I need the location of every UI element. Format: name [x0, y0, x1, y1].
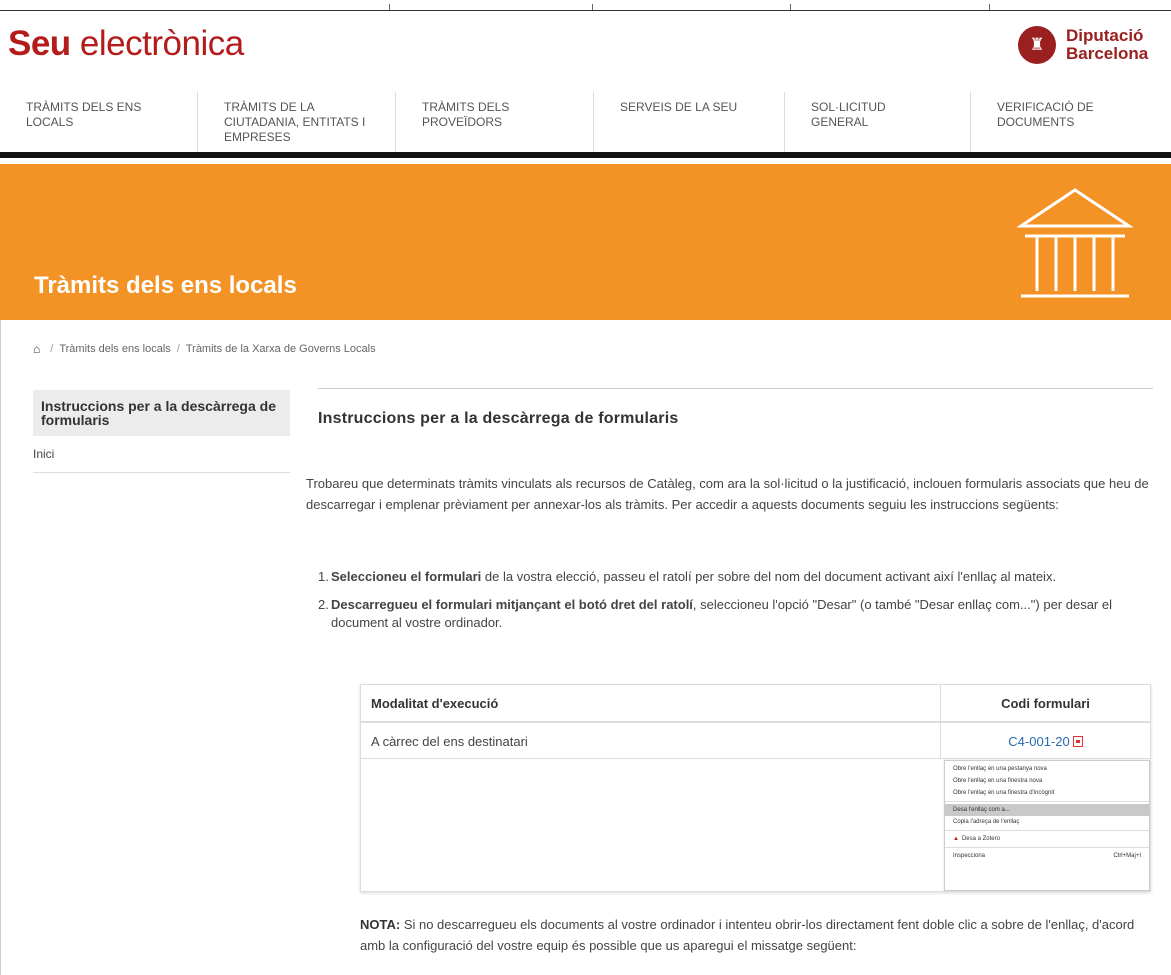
- top-rule: [0, 10, 1171, 11]
- zotero-icon: ▲: [953, 836, 959, 842]
- menu-item-label: Obre l'enllaç en una finestra nova: [953, 778, 1043, 784]
- nav-item-serveis[interactable]: SERVEIS DE LA SEU: [594, 92, 785, 152]
- main-nav: TRÀMITS DELS ENS LOCALS TRÀMITS DE LA CI…: [0, 92, 1171, 158]
- org-logo[interactable]: ♜ Diputació Barcelona: [1018, 26, 1148, 64]
- home-icon[interactable]: ⌂: [33, 342, 40, 356]
- context-menu-item[interactable]: Obre l'enllaç en una finestra nova: [945, 775, 1149, 787]
- logo-rest: electrònica: [70, 24, 244, 63]
- note-text: Si no descarregueu els documents al vost…: [360, 917, 1135, 953]
- context-menu-item[interactable]: Obre l'enllaç en una finestra d'incògnit: [945, 787, 1149, 799]
- menu-divider: [945, 801, 1149, 802]
- org-line1: Diputació: [1066, 26, 1144, 45]
- breadcrumb-separator: /: [176, 343, 180, 355]
- page-title: Tràmits dels ens locals: [34, 272, 297, 299]
- context-menu-item[interactable]: Inspecciona Ctrl+Maj+I: [945, 850, 1149, 862]
- step-text: Descarregueu el formulari mitjançant el …: [331, 596, 1148, 632]
- context-menu-item[interactable]: Obre l'enllaç en una pestanya nova: [945, 763, 1149, 775]
- menu-item-label: Desa l'enllaç com a...: [953, 807, 1010, 813]
- nav-item-sollicitud[interactable]: SOL·LICITUD GENERAL: [785, 92, 971, 152]
- column-header-codi: Codi formulari: [1001, 696, 1090, 711]
- content-title: Instruccions per a la descàrrega de form…: [318, 410, 679, 427]
- column-header-modalitat: Modalitat d'execució: [361, 685, 941, 721]
- nav-item-ciutadania[interactable]: TRÀMITS DE LA CIUTADANIA, ENTITATS I EMP…: [198, 92, 396, 152]
- cell-modalitat: A càrrec del ens destinatari: [361, 723, 941, 758]
- intro-paragraph: Trobareu que determinats tràmits vincula…: [306, 476, 1149, 512]
- breadcrumb-item[interactable]: Tràmits dels ens locals: [59, 343, 170, 355]
- top-tick: [989, 4, 990, 10]
- sidebar: Instruccions per a la descàrrega de form…: [33, 390, 290, 473]
- step-number: 2.: [318, 597, 329, 612]
- note-label: NOTA:: [360, 917, 401, 932]
- building-columns-icon: [1017, 188, 1133, 298]
- table-header: Modalitat d'execució Codi formulari: [361, 685, 1150, 723]
- step-text: Seleccioneu el formulari de la vostra el…: [331, 568, 1148, 586]
- top-tick: [790, 4, 791, 10]
- breadcrumb: ⌂ / Tràmits dels ens locals / Tràmits de…: [33, 342, 376, 356]
- sidebar-item-inici[interactable]: Inici: [33, 436, 290, 473]
- org-line2: Barcelona: [1066, 44, 1149, 63]
- emblem-icon: ♜: [1018, 26, 1056, 64]
- cell-codi: C4-001-20: [941, 723, 1150, 758]
- page-banner: Tràmits dels ens locals: [0, 164, 1171, 320]
- context-menu-item[interactable]: Copia l'adreça de l'enllaç: [945, 816, 1149, 828]
- list-item: 2. Descarregueu el formulari mitjançant …: [318, 596, 1148, 632]
- logo-bold: Seu: [8, 24, 71, 63]
- menu-item-label: Obre l'enllaç en una pestanya nova: [953, 766, 1047, 772]
- nav-item-proveidors[interactable]: TRÀMITS DELS PROVEÏDORS: [396, 92, 594, 152]
- note-paragraph: NOTA: Si no descarregueu els documents a…: [360, 914, 1160, 956]
- breadcrumb-separator: /: [50, 343, 54, 355]
- org-name: Diputació Barcelona: [1066, 27, 1148, 63]
- menu-item-label: Desa a Zotero: [961, 836, 1000, 842]
- table-row: A càrrec del ens destinatari C4-001-20: [361, 723, 1150, 759]
- form-code-link[interactable]: C4-001-20: [1008, 734, 1069, 749]
- content-divider: [318, 388, 1153, 389]
- step-number: 1.: [318, 569, 329, 584]
- sidebar-title[interactable]: Instruccions per a la descàrrega de form…: [33, 390, 290, 436]
- context-menu-item[interactable]: Desa l'enllaç com a...: [945, 804, 1149, 816]
- list-item: 1. Seleccioneu el formulari de la vostra…: [318, 568, 1148, 586]
- step-rest: de la vostra elecció, passeu el ratolí p…: [481, 569, 1057, 584]
- forms-table-screenshot: Modalitat d'execució Codi formulari A cà…: [360, 684, 1151, 892]
- nav-item-verificacio[interactable]: VERIFICACIÓ DE DOCUMENTS: [971, 92, 1171, 152]
- menu-divider: [945, 847, 1149, 848]
- instruction-steps: 1. Seleccioneu el formulari de la vostra…: [318, 568, 1148, 642]
- menu-item-shortcut: Ctrl+Maj+I: [1113, 853, 1141, 859]
- step-bold: Seleccioneu el formulari: [331, 569, 482, 584]
- step-bold: Descarregueu el formulari mitjançant el …: [331, 597, 693, 612]
- top-tick: [592, 4, 593, 10]
- menu-item-label: Obre l'enllaç en una finestra d'incògnit: [953, 790, 1055, 796]
- context-menu: Obre l'enllaç en una pestanya nova Obre …: [944, 760, 1150, 891]
- menu-item-label: Copia l'adreça de l'enllaç: [953, 819, 1020, 825]
- menu-divider: [945, 830, 1149, 831]
- nav-item-ens-locals[interactable]: TRÀMITS DELS ENS LOCALS: [0, 92, 198, 152]
- context-menu-item[interactable]: ▲ Desa a Zotero: [945, 833, 1149, 845]
- pdf-icon: [1072, 736, 1083, 747]
- menu-item-label: Inspecciona: [953, 853, 986, 859]
- breadcrumb-item[interactable]: Tràmits de la Xarxa de Governs Locals: [186, 343, 376, 355]
- page-left-border: [0, 320, 1, 975]
- top-tick: [389, 4, 390, 10]
- site-logo[interactable]: Seu electrònica: [8, 24, 244, 64]
